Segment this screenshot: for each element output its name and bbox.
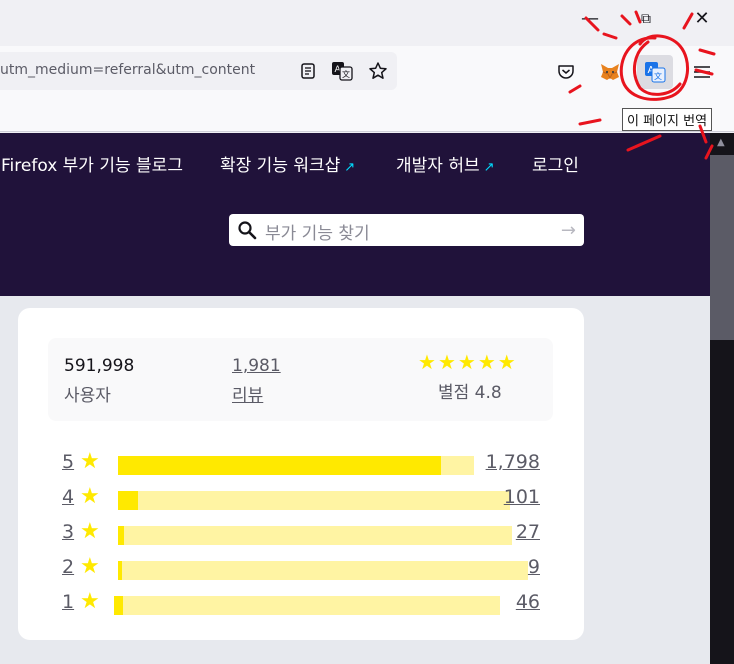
rating-row[interactable]: 2 ★ 9 xyxy=(62,554,540,582)
rating-row-stars-link[interactable]: 1 xyxy=(62,591,74,613)
search-placeholder: 부가 기능 찾기 xyxy=(265,224,370,244)
svg-text:文: 文 xyxy=(654,71,662,81)
restore-button[interactable]: ⧉ xyxy=(632,6,660,32)
search-icon xyxy=(237,220,257,244)
rating-star-icon: ★ xyxy=(418,350,436,374)
nav-link-blog[interactable]: Firefox 부가 기능 블로그 xyxy=(1,151,183,176)
search-input[interactable]: 부가 기능 찾기 → xyxy=(229,214,584,246)
users-count: 591,998 xyxy=(64,356,135,376)
translate-extension-icon[interactable]: A文 xyxy=(637,55,673,89)
rating-bar-fill xyxy=(114,596,123,615)
star-icon: ★ xyxy=(80,519,100,544)
minimize-button[interactable]: — xyxy=(576,6,604,32)
fox-extension-icon[interactable] xyxy=(596,58,624,86)
rating-bar-fill xyxy=(118,526,124,545)
rating-row-stars-link[interactable]: 3 xyxy=(62,521,74,543)
url-bar[interactable]: utm_medium=referral&utm_content A文 xyxy=(0,52,397,90)
nav-link-dev-hub[interactable]: 개발자 허브 ↗ xyxy=(396,151,495,176)
rating-bar-track xyxy=(118,561,528,580)
rating-bar-track xyxy=(118,491,510,510)
star-icon: ★ xyxy=(80,484,100,509)
scroll-up-arrow-icon[interactable]: ▲ xyxy=(717,137,725,148)
rating-row-stars-link[interactable]: 2 xyxy=(62,556,74,578)
rating-row-count-link[interactable]: 101 xyxy=(504,486,540,508)
rating-star-icon: ★ xyxy=(457,350,476,374)
nav-link-login[interactable]: 로그인 xyxy=(532,151,579,176)
svg-text:文: 文 xyxy=(342,69,350,79)
translate-tooltip: 이 페이지 번역 xyxy=(622,108,713,131)
rating-bar-track xyxy=(118,456,474,475)
rating-row-count-link[interactable]: 1,798 xyxy=(486,451,540,473)
rating-star-icon: ★ xyxy=(477,350,496,374)
rating-row[interactable]: 4 ★ 101 xyxy=(62,484,540,512)
rating-row[interactable]: 5 ★ 1,798 xyxy=(62,449,540,477)
rating-bar-fill xyxy=(118,491,138,510)
rating-bar-track xyxy=(118,526,512,545)
site-header: Firefox 부가 기능 블로그 확장 기능 워크샵 ↗ 개발자 허브 ↗ 로그인… xyxy=(0,133,710,296)
nav-link-workshop[interactable]: 확장 기능 워크샵 ↗ xyxy=(220,151,355,176)
rating-bar-fill xyxy=(118,456,442,475)
close-button[interactable]: ✕ xyxy=(688,6,716,32)
external-link-icon: ↗ xyxy=(344,160,356,175)
url-text[interactable]: utm_medium=referral&utm_content xyxy=(0,62,290,78)
web-page: Firefox 부가 기능 블로그 확장 기능 워크샵 ↗ 개발자 허브 ↗ 로그인… xyxy=(0,133,710,664)
pocket-icon[interactable] xyxy=(552,58,580,86)
ratings-card: 591,998 사용자 1,981 리뷰 ★ ★ ★ ★ ★ 별점 4.8 5 ★ 1,79… xyxy=(18,308,584,640)
rating-row-stars-link[interactable]: 4 xyxy=(62,486,74,508)
rating-label: 별점 4.8 xyxy=(438,383,502,403)
stats-panel: 591,998 사용자 1,981 리뷰 ★ ★ ★ ★ ★ 별점 4.8 xyxy=(48,338,553,421)
nav-link-dev-hub-label[interactable]: 개발자 허브 xyxy=(396,156,480,176)
translate-icon[interactable]: A文 xyxy=(328,57,356,85)
nav-link-blog-label[interactable]: Firefox 부가 기능 블로그 xyxy=(1,156,183,176)
search-submit-arrow-icon[interactable]: → xyxy=(561,220,576,241)
star-icon: ★ xyxy=(80,554,100,579)
rating-row-count-link[interactable]: 46 xyxy=(516,591,540,613)
rating-bar-fill xyxy=(118,561,123,580)
star-icon: ★ xyxy=(80,589,100,614)
star-icon: ★ xyxy=(80,449,100,474)
scroll-thumb[interactable] xyxy=(710,155,734,340)
bookmark-star-icon[interactable] xyxy=(364,57,392,85)
rating-row[interactable]: 3 ★ 27 xyxy=(62,519,540,547)
users-label: 사용자 xyxy=(64,386,111,406)
nav-link-login-label[interactable]: 로그인 xyxy=(532,156,579,176)
rating-bar-track xyxy=(114,596,500,615)
rating-row-count-link[interactable]: 9 xyxy=(528,556,540,578)
nav-link-workshop-label[interactable]: 확장 기능 워크샵 xyxy=(220,156,340,176)
nav-toolbar: utm_medium=referral&utm_content A文 A文 xyxy=(0,46,734,102)
scrollbar[interactable]: ▲ xyxy=(710,133,734,664)
hamburger-menu-icon[interactable] xyxy=(688,58,716,86)
rating-star-icon: ★ xyxy=(497,350,516,374)
rating-row-stars-link[interactable]: 5 xyxy=(62,451,74,473)
rating-stars: ★ ★ ★ ★ ★ xyxy=(418,352,516,372)
rating-row[interactable]: 1 ★ 46 xyxy=(62,589,540,617)
rating-row-count-link[interactable]: 27 xyxy=(516,521,540,543)
reviews-label-link[interactable]: 리뷰 xyxy=(232,381,263,406)
title-bar: — ⧉ ✕ xyxy=(0,0,734,46)
external-link-icon: ↗ xyxy=(483,160,495,175)
rating-star-icon: ★ xyxy=(437,350,456,374)
reviews-count-link[interactable]: 1,981 xyxy=(232,356,281,376)
reader-view-icon[interactable] xyxy=(294,57,322,85)
